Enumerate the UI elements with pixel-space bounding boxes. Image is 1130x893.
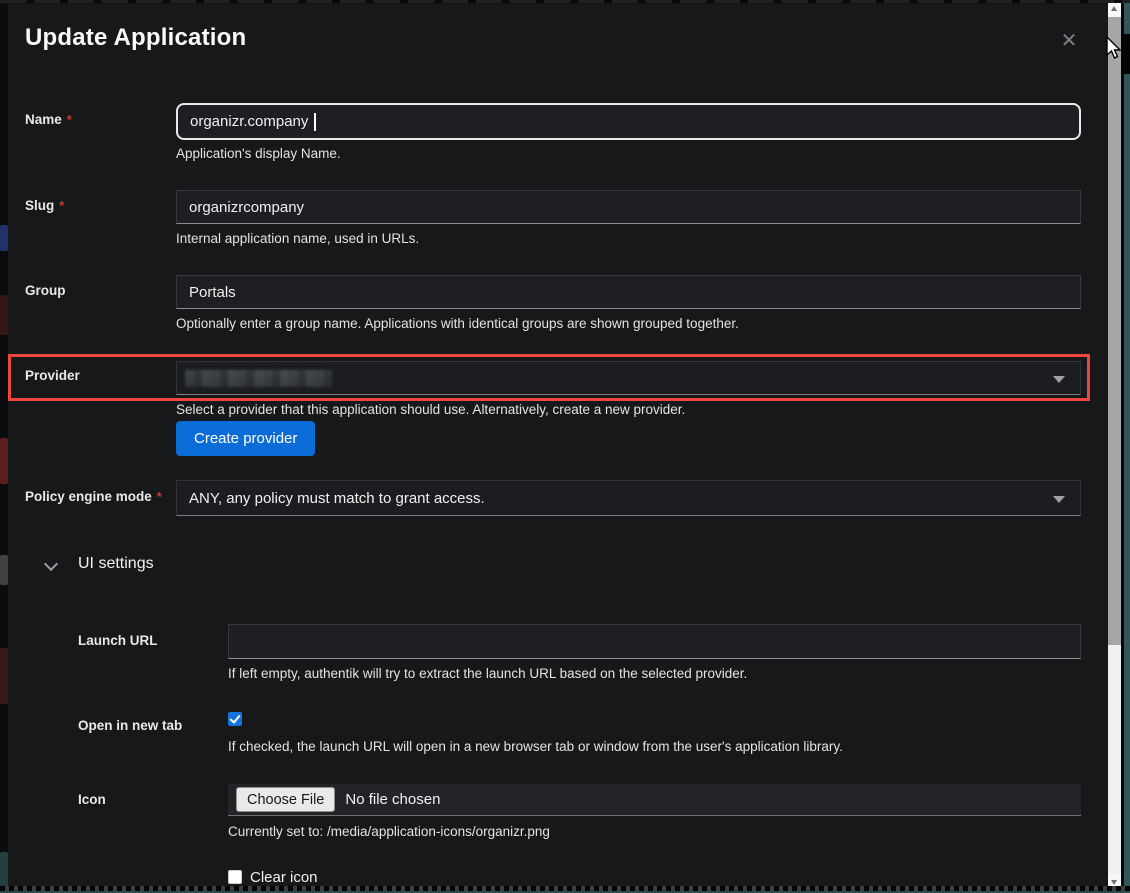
update-application-modal: Update Application ✕ Name* Application's… bbox=[8, 4, 1108, 886]
chevron-down-icon[interactable] bbox=[45, 557, 58, 570]
icon-file-input[interactable]: Choose File No file chosen bbox=[228, 784, 1081, 816]
provider-label: Provider bbox=[25, 368, 80, 383]
triangle-down-icon bbox=[1111, 880, 1117, 885]
backdrop-artifact bbox=[0, 648, 8, 704]
required-asterisk: * bbox=[67, 112, 72, 127]
launch-url-help: If left empty, authentik will try to ext… bbox=[228, 666, 747, 681]
name-help: Application's display Name. bbox=[176, 146, 341, 161]
provider-redacted-value bbox=[185, 370, 332, 387]
chevron-down-icon bbox=[1053, 496, 1065, 503]
scrollbar[interactable] bbox=[1108, 0, 1121, 893]
text-caret bbox=[314, 113, 316, 131]
close-icon[interactable]: ✕ bbox=[1058, 30, 1080, 52]
slug-input[interactable] bbox=[176, 190, 1081, 224]
icon-help: Currently set to: /media/application-ico… bbox=[228, 824, 550, 839]
backdrop-artifact bbox=[0, 225, 8, 251]
slug-help: Internal application name, used in URLs. bbox=[176, 231, 419, 246]
selection-edge-bottom bbox=[0, 886, 1130, 893]
clear-icon-label: Clear icon bbox=[250, 869, 318, 886]
backdrop-artifact bbox=[0, 295, 8, 335]
clear-icon-checkbox[interactable] bbox=[228, 870, 242, 884]
ui-settings-section-header[interactable]: UI settings bbox=[78, 555, 154, 573]
required-asterisk: * bbox=[59, 198, 64, 213]
triangle-up-icon bbox=[1111, 6, 1117, 11]
name-input[interactable] bbox=[176, 103, 1081, 140]
backdrop-artifact bbox=[0, 438, 8, 484]
file-chosen-status: No file chosen bbox=[345, 791, 440, 808]
launch-url-label: Launch URL bbox=[78, 633, 158, 648]
chevron-down-icon bbox=[1053, 376, 1065, 383]
window-edge-notch bbox=[1121, 34, 1130, 74]
choose-file-button[interactable]: Choose File bbox=[236, 787, 335, 812]
open-in-new-tab-label: Open in new tab bbox=[78, 718, 182, 733]
mouse-cursor bbox=[1106, 36, 1122, 60]
window-edge bbox=[1124, 0, 1130, 893]
name-label: Name* bbox=[25, 112, 72, 127]
policy-engine-mode-label: Policy engine mode* bbox=[25, 489, 162, 504]
slug-label: Slug* bbox=[25, 198, 64, 213]
open-in-new-tab-help: If checked, the launch URL will open in … bbox=[228, 739, 843, 754]
policy-engine-mode-value: ANY, any policy must match to grant acce… bbox=[189, 490, 485, 507]
policy-engine-mode-select[interactable]: ANY, any policy must match to grant acce… bbox=[176, 480, 1081, 516]
icon-label: Icon bbox=[78, 792, 106, 807]
open-in-new-tab-checkbox[interactable] bbox=[228, 712, 242, 726]
modal-title: Update Application bbox=[25, 24, 246, 52]
group-label: Group bbox=[25, 283, 66, 298]
launch-url-input[interactable] bbox=[228, 624, 1081, 659]
screenshot-stage: Update Application ✕ Name* Application's… bbox=[0, 0, 1130, 893]
group-help: Optionally enter a group name. Applicati… bbox=[176, 316, 739, 331]
backdrop-strip bbox=[0, 0, 8, 893]
provider-select[interactable] bbox=[176, 361, 1081, 395]
scrollbar-thumb[interactable] bbox=[1108, 17, 1121, 645]
selection-edge-top bbox=[0, 0, 1130, 3]
required-asterisk: * bbox=[157, 489, 162, 504]
group-input[interactable] bbox=[176, 275, 1081, 309]
create-provider-button[interactable]: Create provider bbox=[176, 421, 315, 456]
provider-help: Select a provider that this application … bbox=[176, 402, 685, 417]
backdrop-artifact bbox=[0, 555, 8, 585]
